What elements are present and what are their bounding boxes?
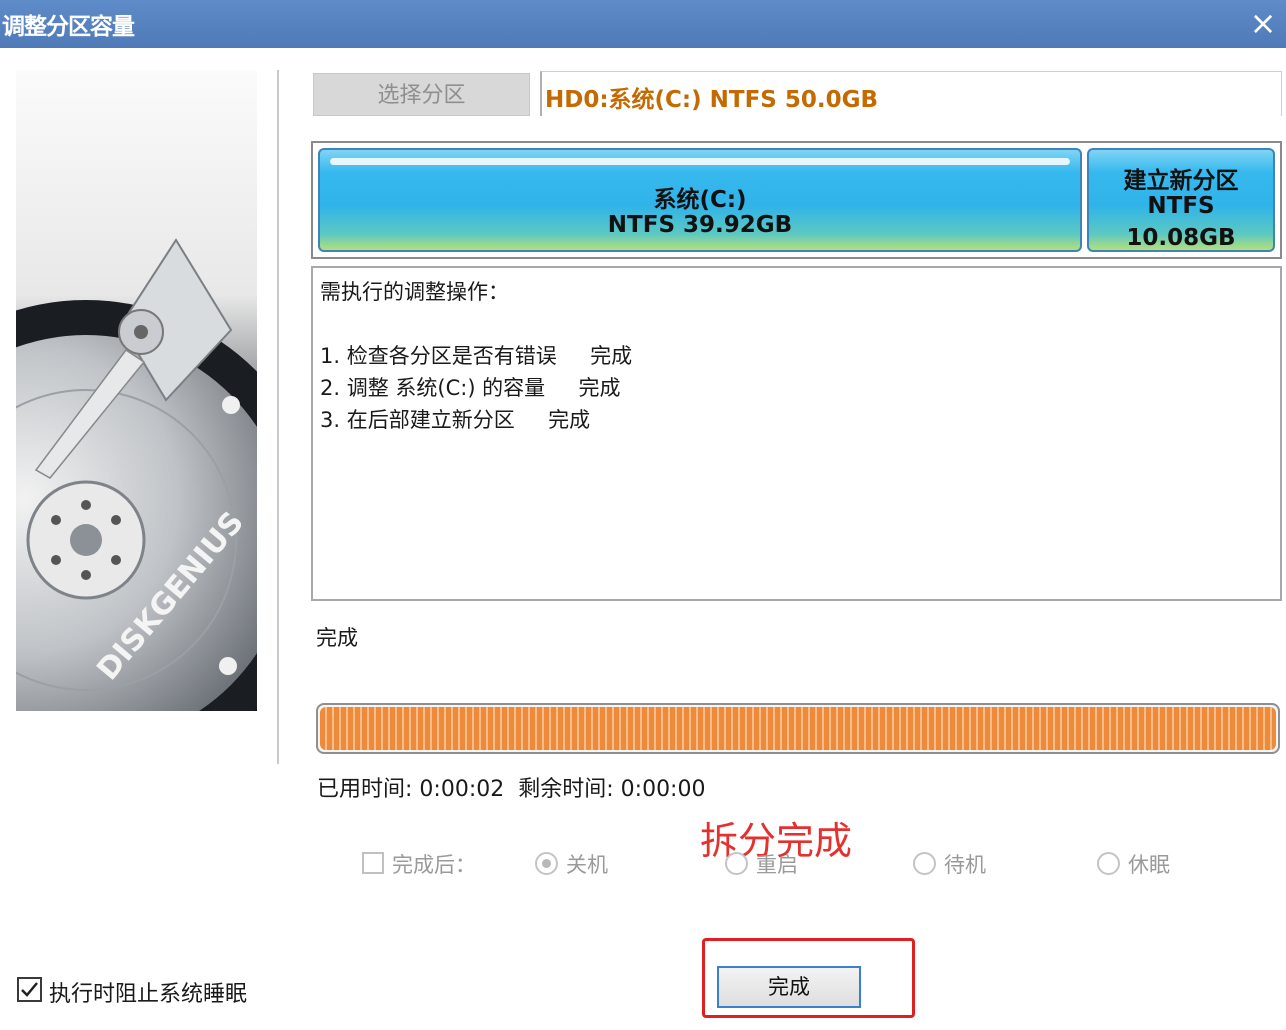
radio-hibernate-label: 休眠 bbox=[1128, 853, 1170, 877]
segment-size: 10.08GB bbox=[1126, 225, 1236, 251]
radio-restart-label: 重启 bbox=[756, 853, 798, 877]
radio-standby[interactable] bbox=[913, 852, 936, 875]
radio-restart[interactable] bbox=[725, 852, 748, 875]
segment-gloss bbox=[330, 158, 1070, 165]
segment-name: 系统(C:) bbox=[653, 187, 747, 213]
partition-map: 系统(C:) NTFS 39.92GB 建立新分区 NTFS 10.08GB bbox=[311, 141, 1282, 259]
segment-size: NTFS 39.92GB bbox=[607, 212, 793, 238]
progress-fill bbox=[320, 707, 1276, 750]
resize-partition-dialog: 调整分区容量 × DISKGENIUS 选择分区 HD0:系统(C:) NTFS… bbox=[0, 0, 1286, 1030]
selected-partition-value: HD0:系统(C:) NTFS 50.0GB bbox=[545, 87, 879, 113]
timing-line: 已用时间: 0:00:02 剩余时间: 0:00:00 bbox=[317, 771, 705, 803]
radio-shutdown[interactable] bbox=[535, 852, 558, 875]
operation-item: 3. 在后部建立新分区 完成 bbox=[320, 408, 591, 432]
elapsed-label: 已用时间: bbox=[317, 777, 413, 802]
progress-bar bbox=[316, 703, 1280, 754]
segment-name: 建立新分区 bbox=[1123, 168, 1239, 194]
radio-standby-label: 待机 bbox=[944, 853, 986, 877]
prevent-sleep-checkbox[interactable] bbox=[17, 977, 42, 1002]
status-text: 完成 bbox=[316, 626, 358, 650]
hard-disk-illustration: DISKGENIUS bbox=[16, 70, 257, 711]
select-partition-button[interactable]: 选择分区 bbox=[313, 73, 530, 116]
operations-heading: 需执行的调整操作： bbox=[320, 280, 509, 304]
vertical-divider bbox=[277, 70, 279, 764]
close-icon[interactable]: × bbox=[1246, 6, 1280, 40]
remaining-value: 0:00:00 bbox=[620, 777, 706, 802]
operations-list: 需执行的调整操作： 1. 检查各分区是否有错误 完成 2. 调整 系统(C:) … bbox=[311, 266, 1282, 601]
elapsed-value: 0:00:02 bbox=[419, 777, 505, 802]
partition-segment-system-c[interactable]: 系统(C:) NTFS 39.92GB bbox=[318, 148, 1082, 252]
diskgenius-side-image: DISKGENIUS bbox=[16, 70, 257, 711]
operation-item: 1. 检查各分区是否有错误 完成 bbox=[320, 344, 633, 368]
window-title: 调整分区容量 bbox=[2, 14, 135, 40]
title-bar[interactable]: 调整分区容量 × bbox=[0, 0, 1286, 48]
selected-partition-field: HD0:系统(C:) NTFS 50.0GB bbox=[540, 71, 1282, 116]
partition-segment-new[interactable]: 建立新分区 NTFS 10.08GB bbox=[1087, 148, 1275, 252]
prevent-sleep-label: 执行时阻止系统睡眠 bbox=[49, 982, 248, 1007]
checkmark-icon bbox=[21, 982, 38, 997]
finish-button[interactable]: 完成 bbox=[717, 966, 861, 1008]
after-completion-checkbox[interactable] bbox=[362, 852, 384, 874]
remaining-label: 剩余时间: bbox=[518, 777, 614, 802]
segment-fs: NTFS bbox=[1147, 193, 1215, 219]
after-completion-label: 完成后： bbox=[392, 853, 476, 877]
operation-item: 2. 调整 系统(C:) 的容量 完成 bbox=[320, 376, 621, 400]
radio-shutdown-label: 关机 bbox=[566, 853, 608, 877]
radio-hibernate[interactable] bbox=[1097, 852, 1120, 875]
